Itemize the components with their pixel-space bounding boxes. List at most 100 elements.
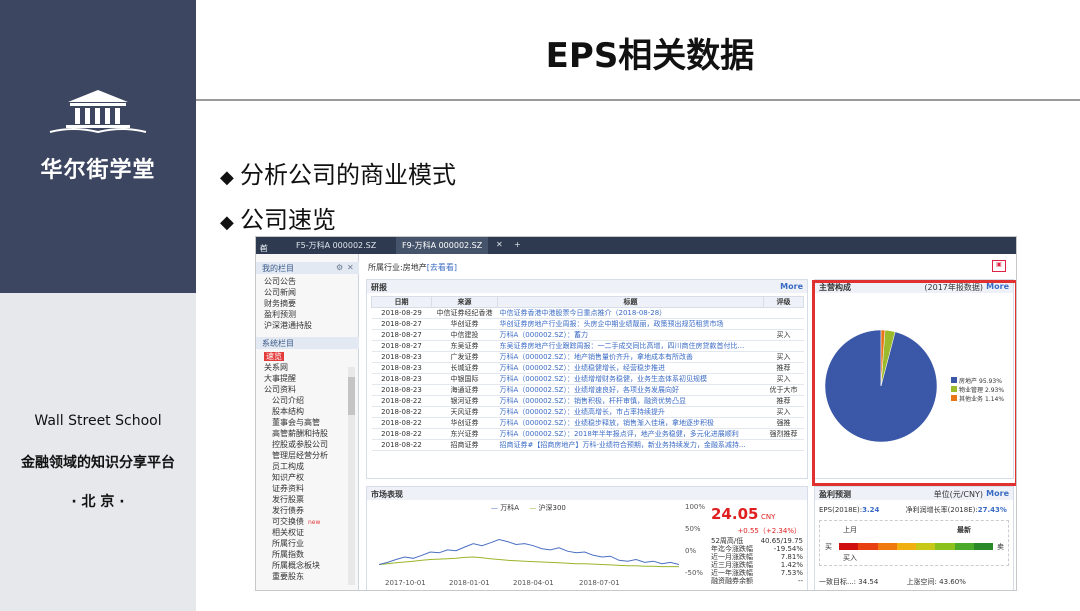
table-row[interactable]: 2018-08-29 中信证券经纪香港 中信证券香港中港股票今日重点推介（2018-… xyxy=(371,307,804,319)
table-row[interactable]: 2018-08-27 东吴证券 东吴证券房地产行业跟踪周报：一二手成交同比高增，四川… xyxy=(371,340,804,352)
nav-item[interactable]: 大事提醒 xyxy=(264,373,296,384)
table-row[interactable]: 2018-08-23 长城证券 万科A（000002.SZ）：业绩稳健增长，经营稳步… xyxy=(371,362,804,374)
nav-item-label: 证券资料 xyxy=(272,484,304,493)
tab-f5[interactable]: F5-万科A 000002.SZ xyxy=(290,237,382,254)
nav-item[interactable]: 发行债券 xyxy=(272,505,304,516)
row-title[interactable]: 万科A（000002.SZ）：业绩稳健增长，经营稳步推进 xyxy=(497,362,764,374)
row-title[interactable]: 万科A（000002.SZ）：地产销售量价齐升，拿地成本有所改善 xyxy=(497,351,764,363)
nav-item-label: 员工构成 xyxy=(272,462,304,471)
eps-value: 3.24 xyxy=(862,506,880,514)
nav-item[interactable]: 知识产权 xyxy=(272,472,304,483)
table-row[interactable]: 2018-08-23 广发证券 万科A（000002.SZ）：地产销售量价齐升，拿地… xyxy=(371,351,804,363)
nav-item[interactable]: 公司公告 xyxy=(264,276,296,287)
industry-row: 所属行业:房地产[去看看] xyxy=(368,262,457,273)
industry-link[interactable]: [去看看] xyxy=(427,263,457,272)
stat-row: 52周高/低 40.65/19.75 xyxy=(711,537,803,545)
row-rating xyxy=(763,318,804,330)
row-title[interactable]: 万科A（000002.SZ）：业绩稳步释放，销售渐入佳境，拿地逐步积极 xyxy=(497,417,764,429)
col-source: 来源 xyxy=(431,296,498,308)
row-title[interactable]: 万科A（000002.SZ）：业绩增速良好，各项业务发展向好 xyxy=(497,384,764,396)
table-row[interactable]: 2018-08-23 海通证券 万科A（000002.SZ）：业绩增速良好，各项业务… xyxy=(371,384,804,396)
nav-item-label: 控股或参股公司 xyxy=(272,440,328,449)
table-row[interactable]: 2018-08-22 银河证券 万科A（000002.SZ）：销售积极，杆杆审慎，融… xyxy=(371,395,804,407)
nav-item[interactable]: 所属行业 xyxy=(272,538,304,549)
row-title[interactable]: 万科A（000002.SZ）：销售积极，杆杆审慎，融资优势凸显 xyxy=(497,395,764,407)
pdf-icon[interactable]: ▣ xyxy=(992,260,1006,272)
row-title[interactable]: 万科A（000002.SZ）：2018年半年报点评，地产业务稳健，多元化进展顺利 xyxy=(497,428,764,440)
table-row[interactable]: 2018-08-27 华创证券 华创证券房地产行业周报：头房企中期业绩靓丽，政策预出… xyxy=(371,318,804,330)
growth-label: 净利润增长率(2018E): xyxy=(905,506,978,514)
nav-item[interactable]: 证券资料 xyxy=(272,483,304,494)
row-source: 华创证券 xyxy=(431,318,498,330)
table-header-row: 日期 来源 标题 评级 xyxy=(371,296,804,308)
nav-item[interactable]: 高管薪酬和持股 xyxy=(272,428,328,439)
nav-item[interactable]: 财务摘要 xyxy=(264,298,296,309)
table-row[interactable]: 2018-08-22 华创证券 万科A（000002.SZ）：业绩稳步释放，销售渐入… xyxy=(371,417,804,429)
table-row[interactable]: 2018-08-22 招商证券 招商证券#【招商房地产】万科-业绩符合预期，新业务持… xyxy=(371,439,804,451)
nav-item[interactable]: 相关权证 xyxy=(272,527,304,538)
stat-label: 52周高/低 xyxy=(711,537,744,545)
buy-label: 买 xyxy=(825,543,832,551)
nav-item[interactable]: 关系网 xyxy=(264,362,288,373)
nav-item[interactable]: 公司新闻 xyxy=(264,287,296,298)
nav-item[interactable]: 重要股东 xyxy=(272,571,304,582)
stat-value: 7.53% xyxy=(780,569,803,577)
nav-item[interactable]: 所属概念板块 xyxy=(272,560,320,571)
bullet-text: 公司速览 xyxy=(240,206,336,234)
nav-item-label: 相关权证 xyxy=(272,528,304,537)
row-title[interactable]: 华创证券房地产行业周报：头房企中期业绩靓丽，政策预出规范租赁市场 xyxy=(497,318,764,330)
y-tick: 0% xyxy=(685,547,697,555)
row-title[interactable]: 中信证券香港中港股票今日重点推介（2018-08-28） xyxy=(497,307,764,319)
title-divider xyxy=(196,99,1080,101)
research-more-link[interactable]: More xyxy=(780,282,803,291)
nav-item[interactable]: 速览 xyxy=(264,351,284,362)
forecast-unit: 单位(元/CNY) xyxy=(933,490,983,499)
nav-item[interactable]: 员工构成 xyxy=(272,461,304,472)
row-rating: 推荐 xyxy=(763,362,804,374)
nav-item[interactable]: 董事会与高管 xyxy=(272,417,320,428)
table-row[interactable]: 2018-08-22 东兴证券 万科A（000002.SZ）：2018年半年报点评，… xyxy=(371,428,804,440)
table-row[interactable]: 2018-08-27 中信建投 万科A（000002.SZ）：蓄力 买入 xyxy=(371,329,804,341)
row-date: 2018-08-29 xyxy=(371,307,432,319)
nav-item[interactable]: 所属指数 xyxy=(272,549,304,560)
nav-section-mine: 我的栏目 xyxy=(256,262,359,274)
bullet-2: ◆ 公司速览 xyxy=(220,200,336,235)
add-tab-icon[interactable]: + xyxy=(514,240,521,249)
row-title[interactable]: 东吴证券房地产行业跟踪周报：一二手成交同比高增，四川商住房贷款首付比... xyxy=(497,340,764,352)
table-row[interactable]: 2018-08-22 天风证券 万科A（000002.SZ）：业绩高增长，市占率持续… xyxy=(371,406,804,418)
row-title[interactable]: 万科A（000002.SZ）：业绩增增财务稳健，业务生态体系初见规模 xyxy=(497,373,764,385)
nav-item[interactable]: 公司介绍 xyxy=(272,395,304,406)
stat-value: 7.81% xyxy=(780,553,803,561)
new-badge: new xyxy=(308,519,321,526)
nav-item[interactable]: 可交换债 new xyxy=(272,516,320,527)
nav-item[interactable]: 沪深港通持股 xyxy=(264,320,312,331)
close-tab-icon[interactable]: ✕ xyxy=(496,240,503,249)
row-rating: 强烈推荐 xyxy=(763,428,804,440)
row-source: 银河证券 xyxy=(431,395,498,407)
row-title[interactable]: 万科A（000002.SZ）：业绩高增长，市占率持续提升 xyxy=(497,406,764,418)
row-title[interactable]: 万科A（000002.SZ）：蓄力 xyxy=(497,329,764,341)
stat-value: 1.42% xyxy=(780,561,803,569)
row-title[interactable]: 招商证券#【招商房地产】万科-业绩符合预期，新业务持续发力，金融系减持... xyxy=(497,439,764,451)
nav-item-label: 关系网 xyxy=(264,363,288,372)
row-source: 中信证券经纪香港 xyxy=(431,307,498,319)
forecast-more-link[interactable]: More xyxy=(986,489,1009,498)
close-panel-icon[interactable]: ✕ xyxy=(347,263,354,272)
school-name-en: Wall Street School xyxy=(34,413,162,429)
nav-item[interactable]: 公司资料 xyxy=(264,384,296,395)
y-tick: -50% xyxy=(685,569,704,577)
rating-segment xyxy=(935,543,955,550)
nav-item[interactable]: 管理层经营分析 xyxy=(272,450,328,461)
nav-item[interactable]: 盈利预测 xyxy=(264,309,296,320)
nav-item[interactable]: 股本结构 xyxy=(272,406,304,417)
tab-f9[interactable]: F9-万科A 000002.SZ xyxy=(396,237,489,254)
rating-segment xyxy=(858,543,878,550)
nav-item[interactable]: 控股或参股公司 xyxy=(272,439,328,450)
nav-item[interactable]: 发行股票 xyxy=(272,494,304,505)
research-header: 研报 More xyxy=(367,280,807,293)
table-row[interactable]: 2018-08-23 中银国际 万科A（000002.SZ）：业绩增增财务稳健，业务… xyxy=(371,373,804,385)
row-date: 2018-08-23 xyxy=(371,351,432,363)
settings-icon[interactable]: ⚙ xyxy=(336,263,343,272)
row-date: 2018-08-27 xyxy=(371,318,432,330)
nav-scroll-thumb[interactable] xyxy=(348,377,355,415)
